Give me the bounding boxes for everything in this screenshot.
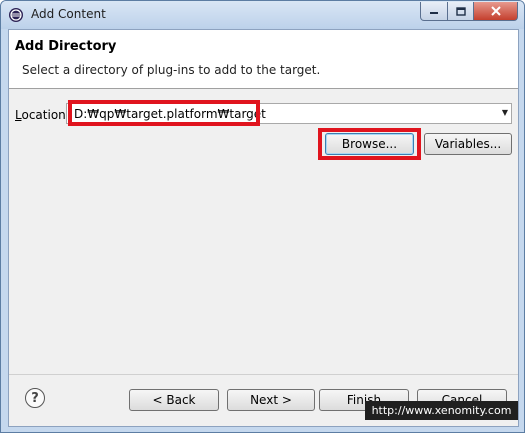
window-controls: [420, 2, 518, 21]
dialog-body: Add Directory Select a directory of plug…: [8, 29, 519, 427]
chevron-down-icon[interactable]: ▼: [502, 108, 508, 117]
wizard-header: Add Directory Select a directory of plug…: [9, 30, 518, 89]
title-bar[interactable]: Add Content: [1, 1, 524, 29]
window-title: Add Content: [31, 7, 106, 21]
variables-button[interactable]: Variables...: [424, 133, 512, 155]
location-label: Location:: [15, 108, 70, 122]
watermark: http://www.xenomity.com: [365, 401, 518, 420]
page-description: Select a directory of plug-ins to add to…: [22, 63, 321, 77]
minimize-button[interactable]: [420, 2, 448, 21]
eclipse-icon: [9, 8, 23, 22]
footer-separator: [9, 374, 518, 375]
close-icon: [490, 6, 501, 16]
help-icon[interactable]: ?: [25, 388, 45, 408]
back-button[interactable]: < Back: [129, 389, 219, 411]
close-button[interactable]: [474, 2, 518, 21]
maximize-icon: [455, 6, 466, 16]
add-content-dialog: Add Content Add Directory Select a direc…: [0, 0, 525, 433]
location-highlight-box: [68, 100, 260, 126]
location-label-text: ocation:: [21, 108, 70, 122]
browse-highlight-box: [318, 128, 421, 160]
maximize-button[interactable]: [448, 2, 474, 21]
page-title: Add Directory: [15, 39, 117, 54]
minimize-icon: [430, 12, 438, 14]
next-button[interactable]: Next >: [227, 389, 315, 411]
